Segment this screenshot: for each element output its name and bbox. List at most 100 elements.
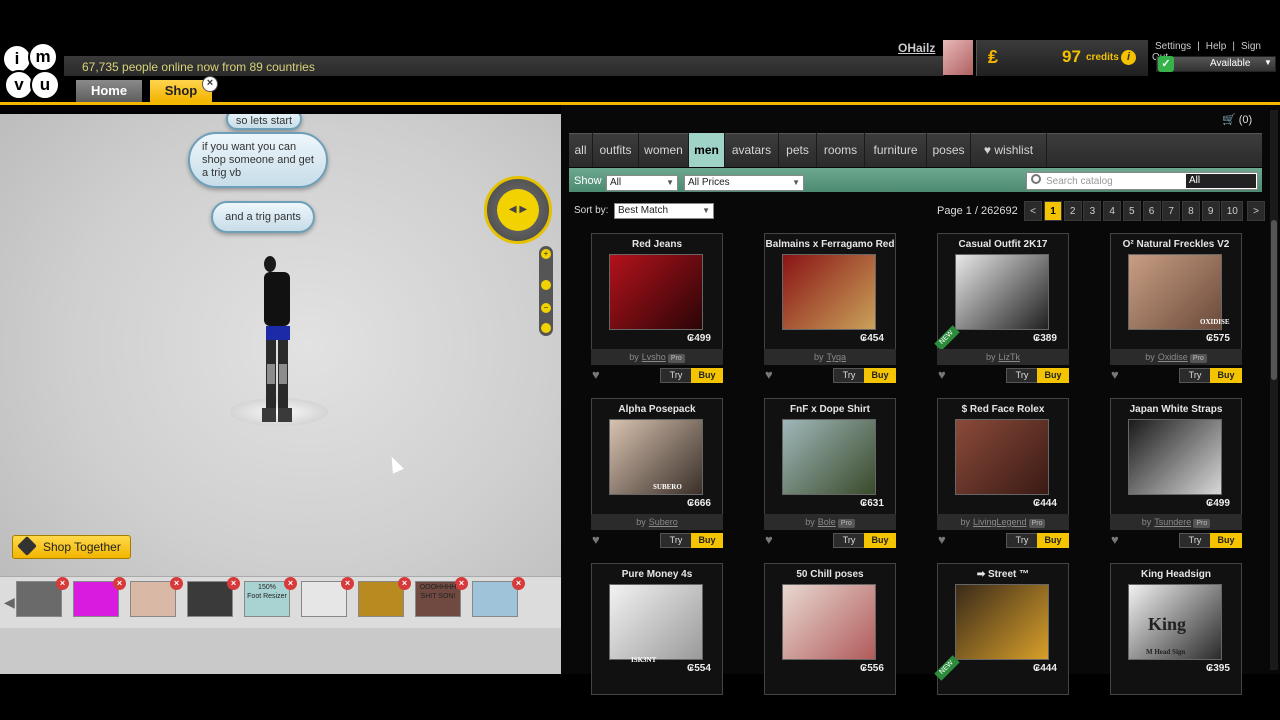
creator-link[interactable]: Bole <box>818 517 836 527</box>
remove-icon[interactable]: × <box>341 577 354 590</box>
heart-icon[interactable]: ♥ <box>592 367 600 382</box>
page-button[interactable]: 8 <box>1181 201 1200 221</box>
buy-button[interactable]: Buy <box>691 533 723 548</box>
page-button[interactable]: 10 <box>1221 201 1244 221</box>
heart-icon[interactable]: ♥ <box>1111 532 1119 547</box>
settings-link[interactable]: Settings <box>1155 41 1191 52</box>
product-title[interactable]: Japan White Straps <box>1110 404 1242 415</box>
category-tab[interactable]: rooms <box>817 133 865 167</box>
try-button[interactable]: Try <box>833 533 865 548</box>
buy-button[interactable]: Buy <box>1210 533 1242 548</box>
buy-button[interactable]: Buy <box>864 533 896 548</box>
creator-link[interactable]: LizTk <box>999 352 1021 362</box>
remove-icon[interactable]: × <box>398 577 411 590</box>
buy-button[interactable]: Buy <box>1037 533 1069 548</box>
remove-icon[interactable]: × <box>113 577 126 590</box>
category-tab[interactable]: furniture <box>865 133 927 167</box>
product-title[interactable]: Pure Money 4s <box>591 569 723 580</box>
try-button[interactable]: Try <box>1006 533 1038 548</box>
product-image[interactable] <box>609 584 703 660</box>
product-image[interactable] <box>955 584 1049 660</box>
product-title[interactable]: 50 Chill poses <box>764 569 896 580</box>
heart-icon[interactable]: ♥ <box>1111 367 1119 382</box>
heart-icon[interactable]: ♥ <box>765 532 773 547</box>
try-button[interactable]: Try <box>833 368 865 383</box>
zoom-out-icon[interactable]: − <box>541 303 551 313</box>
help-link[interactable]: Help <box>1206 41 1227 52</box>
product-title[interactable]: $ Red Face Rolex <box>937 404 1069 415</box>
product-image[interactable] <box>782 584 876 660</box>
category-tab[interactable]: ♥ wishlist <box>971 133 1047 167</box>
product-image[interactable] <box>782 419 876 495</box>
camera-arrows-icon[interactable]: ◀ ▶ <box>497 189 539 231</box>
user-avatar[interactable] <box>943 40 973 75</box>
tab-home[interactable]: Home <box>76 80 142 102</box>
recent-item-thumb[interactable] <box>130 581 176 617</box>
recent-item-thumb[interactable] <box>16 581 62 617</box>
buy-button[interactable]: Buy <box>1210 368 1242 383</box>
product-title[interactable]: King Headsign <box>1110 569 1242 580</box>
page-button[interactable]: 2 <box>1063 201 1082 221</box>
try-button[interactable]: Try <box>1179 368 1211 383</box>
category-tab[interactable]: women <box>639 133 689 167</box>
avatar-figure[interactable] <box>258 254 296 426</box>
recent-item-thumb[interactable] <box>301 581 347 617</box>
creator-link[interactable]: Oxidise <box>1158 352 1188 362</box>
recent-item-thumb[interactable] <box>358 581 404 617</box>
price-select[interactable]: All Prices ▼ <box>684 175 804 191</box>
product-title[interactable]: ➡ Street ™ <box>937 569 1069 580</box>
product-image[interactable] <box>782 254 876 330</box>
product-title[interactable]: FnF x Dope Shirt <box>764 404 896 415</box>
product-title[interactable]: Casual Outfit 2K17 <box>937 239 1069 250</box>
category-tab[interactable]: avatars <box>725 133 779 167</box>
remove-icon[interactable]: × <box>512 577 525 590</box>
remove-icon[interactable]: × <box>170 577 183 590</box>
show-select[interactable]: All ▼ <box>606 175 678 191</box>
remove-icon[interactable]: × <box>227 577 240 590</box>
heart-icon[interactable]: ♥ <box>765 367 773 382</box>
creator-link[interactable]: Subero <box>649 517 678 527</box>
info-icon[interactable]: i <box>1121 50 1136 65</box>
category-tab[interactable]: pets <box>779 133 817 167</box>
creator-link[interactable]: Lvsho <box>642 352 666 362</box>
category-tab[interactable]: poses <box>927 133 971 167</box>
product-image[interactable] <box>955 254 1049 330</box>
try-button[interactable]: Try <box>660 368 692 383</box>
expand-icon[interactable] <box>541 323 551 333</box>
page-button[interactable]: 3 <box>1083 201 1102 221</box>
prev-page-button[interactable]: < <box>1024 201 1042 221</box>
cart-link[interactable]: 🛒 (0) <box>1222 113 1252 126</box>
buy-button[interactable]: Buy <box>691 368 723 383</box>
buy-button[interactable]: Buy <box>864 368 896 383</box>
product-title[interactable]: O² Natural Freckles V2 <box>1110 239 1242 250</box>
scrollbar-thumb[interactable] <box>1271 220 1277 380</box>
creator-link[interactable]: Tsundere <box>1154 517 1191 527</box>
recent-item-thumb[interactable] <box>472 581 518 617</box>
product-image[interactable] <box>609 254 703 330</box>
heart-icon[interactable]: ♥ <box>592 532 600 547</box>
page-button[interactable]: 5 <box>1122 201 1141 221</box>
product-image[interactable] <box>1128 419 1222 495</box>
category-tab[interactable]: outfits <box>593 133 639 167</box>
next-page-button[interactable]: > <box>1247 201 1265 221</box>
page-button[interactable]: 1 <box>1044 201 1062 221</box>
catalog-scrollbar[interactable] <box>1270 110 1278 670</box>
username-link[interactable]: OHailz <box>898 41 935 55</box>
category-tab[interactable]: men <box>689 133 725 167</box>
zoom-handle[interactable] <box>541 280 551 290</box>
page-button[interactable]: 6 <box>1142 201 1161 221</box>
product-title[interactable]: Balmains x Ferragamo Red <box>764 239 896 250</box>
imvu-logo[interactable]: i m v u <box>0 42 64 104</box>
remove-icon[interactable]: × <box>56 577 69 590</box>
try-button[interactable]: Try <box>660 533 692 548</box>
tab-shop-close-icon[interactable]: × <box>202 76 218 92</box>
product-title[interactable]: Alpha Posepack <box>591 404 723 415</box>
category-tab[interactable]: all <box>569 133 593 167</box>
recent-item-thumb[interactable] <box>73 581 119 617</box>
heart-icon[interactable]: ♥ <box>938 367 946 382</box>
creator-link[interactable]: LivingLegend <box>973 517 1027 527</box>
search-scope-select[interactable]: All <box>1186 174 1256 188</box>
zoom-in-icon[interactable]: + <box>541 249 551 259</box>
sort-select[interactable]: Best Match ▼ <box>614 203 714 219</box>
recent-item-thumb[interactable] <box>187 581 233 617</box>
